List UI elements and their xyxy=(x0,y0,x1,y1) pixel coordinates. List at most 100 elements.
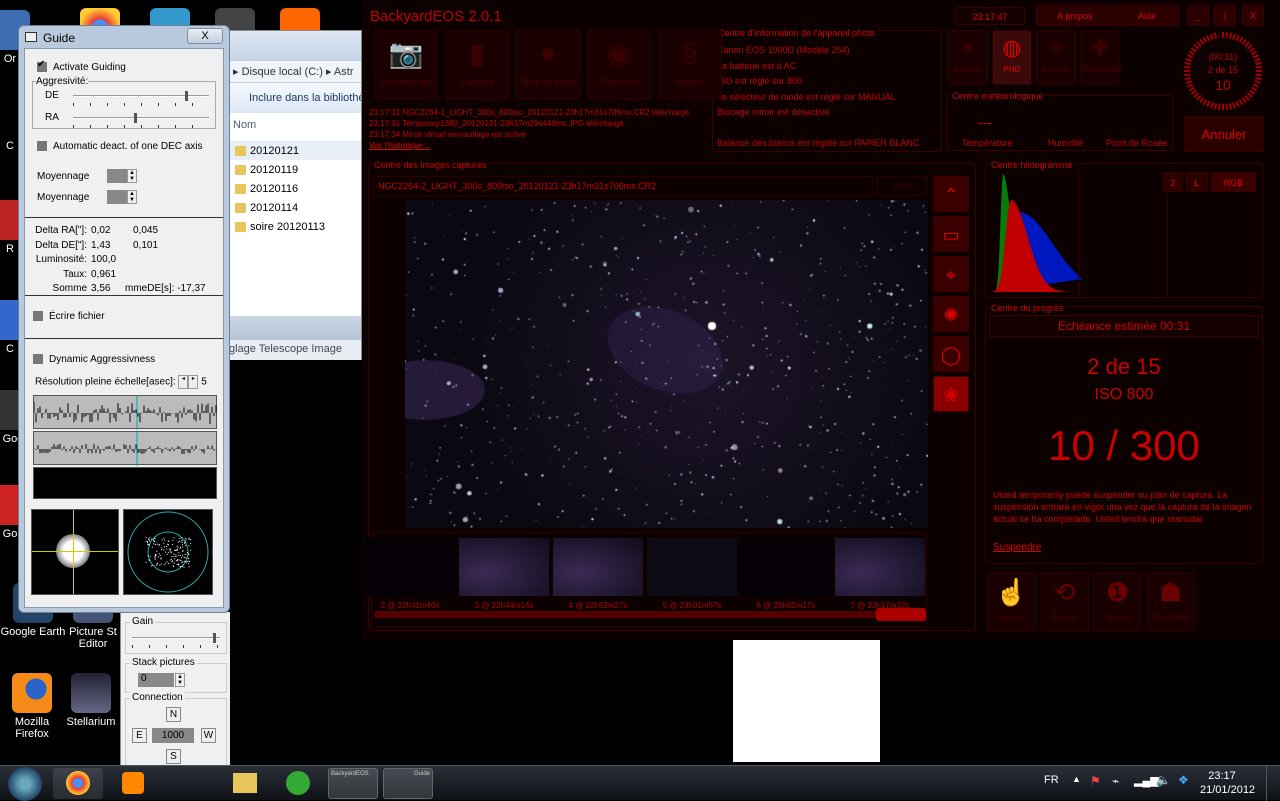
dynamic-aggressiveness-checkbox[interactable]: Dynamic Aggressivness xyxy=(33,354,155,365)
ra-slider[interactable] xyxy=(73,113,209,128)
stack-spinner[interactable]: ▲ ▼ xyxy=(175,673,185,687)
moyennage-ra-input[interactable] xyxy=(107,169,127,183)
toolbar-button-1[interactable]: ▮ Capturer xyxy=(445,30,509,100)
plugin-button-1[interactable]: ◍ PHD xyxy=(992,30,1032,85)
toolbar-button-0[interactable]: 📷 Déconnecter xyxy=(374,30,438,100)
capture-tool-0[interactable]: ☝ Capturer xyxy=(987,572,1036,632)
volume-icon[interactable]: 🔈 xyxy=(1156,773,1171,787)
about-button[interactable]: A propos xyxy=(1036,5,1114,26)
taskbar-chrome[interactable] xyxy=(53,768,103,799)
scatter-point xyxy=(182,561,184,563)
spinner[interactable]: ▲ ▼ xyxy=(127,190,137,204)
start-button[interactable] xyxy=(8,767,42,801)
de-slider[interactable] xyxy=(73,91,209,106)
paw-button[interactable]: ❀ xyxy=(933,376,969,412)
taskbar-utorrent[interactable] xyxy=(273,768,323,799)
show-desktop-button[interactable] xyxy=(1266,766,1280,801)
history-link[interactable]: Voir l'historique... xyxy=(369,141,430,150)
checkbox[interactable] xyxy=(37,141,47,152)
checkbox[interactable] xyxy=(33,354,43,365)
ring-button[interactable]: ◯ xyxy=(933,336,969,372)
activate-guiding-checkbox[interactable]: Activate Guiding xyxy=(37,59,126,73)
thumbnail-image[interactable] xyxy=(835,538,925,596)
scroll-left-button[interactable]: ◂ xyxy=(178,375,189,389)
thumbnail-image[interactable] xyxy=(365,538,455,596)
folder-item[interactable]: soire 20120113 xyxy=(227,217,361,236)
close-button[interactable]: X xyxy=(1242,5,1264,26)
folder-item[interactable]: 20120114 xyxy=(227,198,361,217)
show-hidden-icons[interactable]: ▲ xyxy=(1072,774,1081,784)
auto-deact-checkbox[interactable]: Automatic deact. of one DEC axis xyxy=(37,141,203,152)
west-button[interactable]: W xyxy=(201,728,216,743)
spinner[interactable]: ▲ ▼ xyxy=(127,169,137,183)
taskbar: BackyardEOS Guide FR ▲ ⚑ ⌁ ▂▄▆ 🔈 ❖ 23:17… xyxy=(0,765,1280,801)
east-button[interactable]: E xyxy=(132,728,147,743)
network-icon[interactable]: ▂▄▆ xyxy=(1134,774,1159,787)
folder-item[interactable]: 20120116 xyxy=(227,179,361,198)
phd-tabs[interactable]: glage Telescope Image xyxy=(227,340,361,360)
minimize-button[interactable]: _ xyxy=(1187,5,1209,26)
include-library-button[interactable]: Inclure dans la bibliothè xyxy=(227,83,361,113)
help-button[interactable]: Aide xyxy=(1115,5,1179,26)
desktop-icon-stellarium[interactable]: Stellarium xyxy=(62,673,120,728)
plugin-button-3[interactable]: ✚ Paramètres xyxy=(1080,30,1122,85)
zoom-fit-button[interactable]: ⌃ xyxy=(933,176,969,212)
slider-thumb[interactable] xyxy=(212,633,216,643)
slider-thumb[interactable] xyxy=(134,113,138,123)
maximize-button[interactable]: | xyxy=(1214,5,1236,26)
hist-mode-2-button[interactable]: 2 xyxy=(1163,172,1183,192)
hist-mode-rgb-button[interactable]: RGB xyxy=(1211,172,1256,192)
stack-pictures-input[interactable]: 0 xyxy=(138,673,174,687)
captured-image[interactable] xyxy=(405,200,928,528)
guide-titlebar[interactable]: Guide X xyxy=(19,26,229,48)
plugin-button-0[interactable]: ✶ ASCOM xyxy=(948,30,988,85)
checkbox-checked[interactable] xyxy=(37,59,47,73)
plugin-button-2[interactable]: ☀ Lunaire xyxy=(1036,30,1076,85)
gain-slider[interactable] xyxy=(132,633,220,648)
thumbnail-image[interactable] xyxy=(459,538,549,596)
crosshair-button[interactable]: ⌖ xyxy=(933,256,969,292)
thumbnail-scrollbar[interactable] xyxy=(374,608,926,621)
north-button[interactable]: N xyxy=(166,707,181,722)
taskbar-guide[interactable]: Guide xyxy=(383,768,433,799)
screen-button[interactable]: ▭ xyxy=(933,216,969,252)
slider-thumb[interactable] xyxy=(184,91,188,101)
taskbar-backyardeos[interactable]: BackyardEOS xyxy=(328,768,378,799)
thumbnail-image[interactable] xyxy=(741,538,831,596)
taskbar-explorer[interactable] xyxy=(220,768,270,799)
language-indicator[interactable]: FR xyxy=(1044,774,1059,786)
thumbnail-image[interactable] xyxy=(553,538,643,596)
capture-tool-2[interactable]: ❶ Aperçu xyxy=(1093,572,1142,632)
write-file-checkbox[interactable]: Écrire fichier xyxy=(33,311,105,322)
desktop-icon-firefox[interactable]: Mozilla Firefox xyxy=(0,673,67,740)
close-button[interactable]: X xyxy=(187,28,223,44)
capture-tool-3[interactable]: ☗ Test Caldo xyxy=(1146,572,1195,632)
breadcrumb[interactable]: ▸ Disque local (C:) ▸ Astr xyxy=(227,61,361,83)
capture-tool-1[interactable]: ⟲ Boucler xyxy=(1040,572,1089,632)
moyennage-de-input[interactable] xyxy=(107,190,127,204)
scatter-point xyxy=(184,540,186,542)
power-icon[interactable]: ⌁ xyxy=(1112,774,1119,788)
suspend-link[interactable]: Suspendre xyxy=(993,542,1041,553)
scatter-point xyxy=(161,547,163,549)
toolbar-button-3[interactable]: ◉ Planétaire xyxy=(587,30,651,100)
focus-button[interactable]: ✺ xyxy=(933,296,969,332)
system-clock[interactable]: 23:17 21/01/2012 xyxy=(1200,769,1255,797)
column-header-name[interactable]: Nom xyxy=(227,113,361,141)
toolbar-button-4[interactable]: § Aligner xyxy=(658,30,722,100)
thumbnail-image[interactable] xyxy=(647,538,737,596)
dropbox-icon[interactable]: ❖ xyxy=(1178,773,1189,787)
cancel-button[interactable]: Annuler xyxy=(1184,116,1264,152)
hist-mode-l-button[interactable]: L xyxy=(1186,172,1208,192)
taskbar-media-player[interactable] xyxy=(108,768,158,799)
step-field[interactable]: 1000 xyxy=(152,728,194,743)
folder-item[interactable]: 20120121 xyxy=(227,141,361,160)
toolbar-button-2[interactable]: ● Mise au point xyxy=(516,30,580,100)
scatter-point xyxy=(182,564,184,566)
action-center-icon[interactable]: ⚑ xyxy=(1090,774,1101,788)
south-button[interactable]: S xyxy=(166,749,181,764)
folder-item[interactable]: 20120119 xyxy=(227,160,361,179)
scroll-right-button[interactable]: ▸ xyxy=(188,375,199,389)
checkbox[interactable] xyxy=(33,311,43,322)
zoom-level[interactable]: 100% xyxy=(877,176,927,196)
